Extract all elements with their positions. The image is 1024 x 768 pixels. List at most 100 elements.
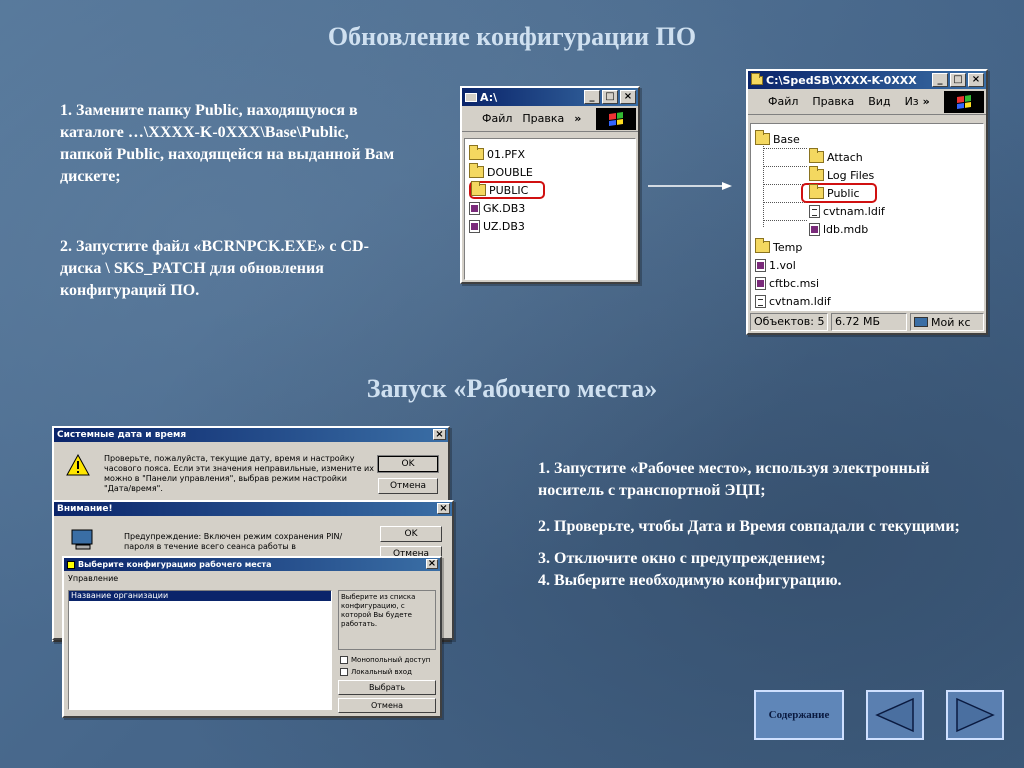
text-file-icon (809, 204, 820, 218)
explorer-window-a: A:\ _ □ × Файл Правка » 01.PFX DOUBLE PU… (460, 86, 640, 284)
config-select-button[interactable]: Выбрать (338, 680, 436, 695)
menu-favorites[interactable]: Из (905, 95, 919, 108)
tree-connector (763, 148, 807, 149)
config-cancel-button[interactable]: Отмена (338, 698, 436, 713)
tree-item-cvtnam[interactable]: cvtnam.ldif (809, 202, 885, 220)
close-icon[interactable]: × (437, 503, 450, 514)
close-icon[interactable]: × (620, 90, 636, 104)
datetime-ok-button[interactable]: OK (377, 455, 439, 473)
launch-steps: 1. Запустите «Рабочее место», используя … (538, 458, 978, 592)
next-slide-button[interactable] (946, 690, 1004, 740)
arrow-right-icon (648, 182, 732, 190)
list-item[interactable]: UZ.DB3 (469, 217, 631, 235)
warning-icon (66, 454, 90, 476)
text-file-icon (755, 294, 766, 308)
organization-list[interactable]: Название организации (68, 590, 332, 710)
maximize-icon[interactable]: □ (950, 73, 966, 87)
explorer-c-statusbar: Объектов: 5 6.72 МБ Мой кс (750, 313, 984, 331)
contents-button-label: Содержание (768, 709, 830, 721)
tree-item-attach[interactable]: Attach (809, 148, 863, 166)
menu-edit[interactable]: Правка (812, 95, 854, 108)
dialog-warning-titlebar[interactable]: Внимание! × (54, 502, 452, 516)
volume-file-icon (755, 258, 766, 272)
dialog-datetime-title: Системные дата и время (57, 430, 187, 440)
folder-icon (469, 163, 484, 178)
database-file-icon (469, 201, 480, 215)
dialog-config: Выберите конфигурацию рабочего места × У… (62, 556, 442, 718)
close-icon[interactable]: × (433, 429, 446, 440)
list-item[interactable]: GK.DB3 (469, 199, 631, 217)
tree-item-log-files[interactable]: Log Files (809, 166, 874, 184)
explorer-a-titlebar[interactable]: A:\ _ □ × (462, 88, 638, 106)
tree-item-ldb[interactable]: ldb.mdb (809, 220, 868, 238)
computer-warning-icon (71, 529, 93, 550)
dialog-config-menu[interactable]: Управление (68, 574, 118, 583)
tree-item-msi[interactable]: cftbc.msi (755, 274, 819, 292)
chevron-right-icon[interactable]: » (574, 112, 581, 125)
list-item-public-highlighted[interactable]: PUBLIC (469, 181, 545, 199)
menu-view[interactable]: Вид (868, 95, 890, 108)
list-item[interactable]: DOUBLE (469, 163, 631, 181)
previous-slide-button[interactable] (866, 690, 924, 740)
explorer-a-menubar: Файл Правка » (462, 106, 638, 132)
update-step-1: 1. Замените папку Public, находящуюся в … (60, 102, 395, 185)
explorer-window-c: C:\SpedSB\XXXX-K-0XXX _ □ × Файл Правка … (746, 69, 988, 335)
exclusive-access-checkbox[interactable]: Монопольный доступ (340, 656, 430, 664)
warning-ok-button[interactable]: OK (380, 526, 442, 542)
tree-connector (763, 202, 807, 203)
tree-item-base[interactable]: Base (755, 130, 800, 148)
minimize-icon[interactable]: _ (584, 90, 600, 104)
launch-step-4: 4. Выберите необходимую конфигурацию. (538, 572, 842, 589)
update-steps: 1. Замените папку Public, находящуюся в … (60, 100, 405, 302)
folder-icon (469, 145, 484, 160)
maximize-icon[interactable]: □ (602, 90, 618, 104)
tree-connector (763, 139, 764, 227)
close-icon[interactable]: × (968, 73, 984, 87)
explorer-a-file-pane: 01.PFX DOUBLE PUBLIC GK.DB3 UZ.DB3 (464, 138, 636, 280)
minimize-icon[interactable]: _ (932, 73, 948, 87)
status-objects: Объектов: 5 (750, 313, 828, 331)
folder-icon (755, 238, 770, 253)
contents-button[interactable]: Содержание (754, 690, 844, 740)
launch-step-3: 3. Отключите окно с предупреждением; (538, 550, 826, 567)
chevron-right-icon[interactable]: » (923, 95, 930, 108)
tree-connector (763, 184, 807, 185)
menu-file[interactable]: Файл (768, 95, 798, 108)
local-login-checkbox[interactable]: Локальный вход (340, 668, 412, 676)
explorer-c-menubar: Файл Правка Вид Из » (748, 89, 986, 115)
close-icon[interactable]: × (426, 559, 438, 569)
launch-step-1: 1. Запустите «Рабочее место», используя … (538, 460, 930, 499)
drive-icon (465, 92, 477, 102)
folder-icon (809, 166, 824, 181)
folder-icon (809, 148, 824, 163)
dialog-config-hint-box: Выберите из списка конфигурацию, с котор… (338, 590, 436, 650)
dialog-config-titlebar[interactable]: Выберите конфигурацию рабочего места × (64, 558, 440, 571)
explorer-c-titlebar[interactable]: C:\SpedSB\XXXX-K-0XXX _ □ × (748, 71, 986, 89)
installer-file-icon (755, 276, 766, 290)
database-file-icon (469, 219, 480, 233)
dialog-config-hint: Выберите из списка конфигурацию, с котор… (341, 593, 416, 628)
tree-item-public-highlighted[interactable]: Public (801, 183, 877, 203)
dialog-datetime-titlebar[interactable]: Системные дата и время × (54, 428, 448, 442)
folder-icon (755, 130, 770, 145)
computer-icon (914, 317, 928, 327)
dialog-warning-message: Предупреждение: Включен режим сохранения… (124, 532, 343, 551)
database-file-icon (809, 222, 820, 236)
explorer-a-title: A:\ (480, 90, 498, 104)
list-header-selected[interactable]: Название организации (69, 591, 331, 601)
datetime-cancel-button[interactable]: Отмена (378, 478, 438, 494)
tree-connector (763, 220, 807, 221)
slide-title-launch: Запуск «Рабочего места» (366, 374, 658, 403)
menu-file[interactable]: Файл (482, 112, 512, 125)
menu-edit[interactable]: Правка (522, 112, 564, 125)
tree-item-vol[interactable]: 1.vol (755, 256, 796, 274)
triangle-right-icon (956, 697, 995, 733)
tree-item-cvtnam-root[interactable]: cvtnam.ldif (755, 292, 831, 310)
status-location: Мой кс (910, 313, 984, 331)
folder-icon (751, 72, 763, 85)
tree-item-temp[interactable]: Temp (755, 238, 802, 256)
list-item[interactable]: 01.PFX (469, 145, 631, 163)
dialog-warning-title: Внимание! (57, 504, 113, 514)
checkbox-icon (340, 656, 348, 664)
checkbox-icon (340, 668, 348, 676)
